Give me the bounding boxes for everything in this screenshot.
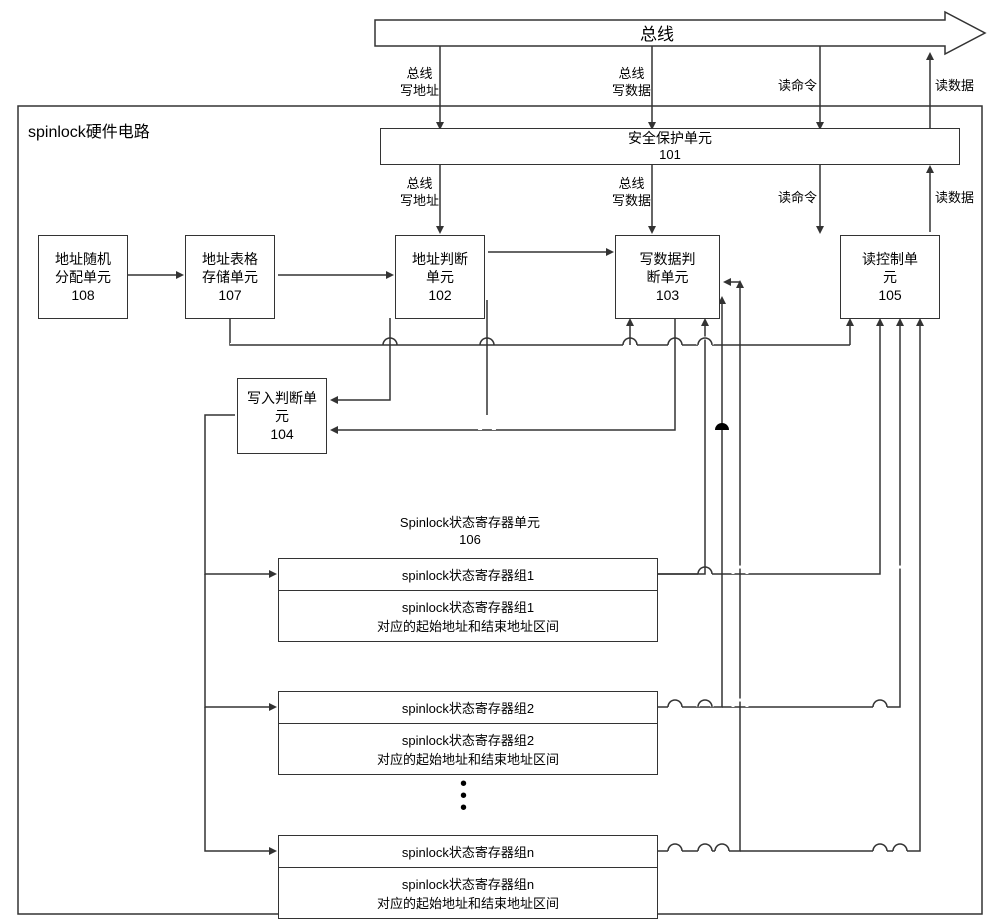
lbl-wdata-2: 总线 写数据 bbox=[612, 176, 651, 210]
b102-name: 地址判断 单元 bbox=[412, 250, 468, 286]
b107-name: 地址表格 存储单元 bbox=[202, 250, 258, 286]
lbl-waddr-1: 总线 写地址 bbox=[400, 66, 439, 100]
reg2-top: spinlock状态寄存器组2 bbox=[279, 692, 657, 724]
block-102: 地址判断 单元 102 bbox=[395, 235, 485, 319]
b105-name: 读控制单 元 bbox=[862, 250, 918, 286]
b101-name-r: 安全保护单元 bbox=[628, 129, 712, 147]
b106-num: 106 bbox=[459, 532, 481, 547]
lbl-rdata-2: 读数据 bbox=[935, 190, 974, 207]
b106-name: Spinlock状态寄存器单元 bbox=[400, 515, 540, 530]
block-101-real: 安全保护单元 101 bbox=[380, 128, 960, 165]
reg-group-n: spinlock状态寄存器组n spinlock状态寄存器组n 对应的起始地址和… bbox=[278, 835, 658, 919]
reg-group-1: spinlock状态寄存器组1 spinlock状态寄存器组1 对应的起始地址和… bbox=[278, 558, 658, 642]
reg1-bot: spinlock状态寄存器组1 对应的起始地址和结束地址区间 bbox=[279, 591, 657, 641]
reg-group-2: spinlock状态寄存器组2 spinlock状态寄存器组2 对应的起始地址和… bbox=[278, 691, 658, 775]
b103-num: 103 bbox=[656, 286, 679, 304]
b103-name: 写数据判 断单元 bbox=[640, 250, 696, 286]
regn-bot: spinlock状态寄存器组n 对应的起始地址和结束地址区间 bbox=[279, 868, 657, 918]
b108-name: 地址随机 分配单元 bbox=[55, 250, 111, 286]
circuit-title: spinlock硬件电路 bbox=[28, 118, 150, 142]
regn-top: spinlock状态寄存器组n bbox=[279, 836, 657, 868]
b107-num: 107 bbox=[218, 286, 241, 304]
b105-num: 105 bbox=[878, 286, 901, 304]
lbl-wdata-1: 总线 写数据 bbox=[612, 66, 651, 100]
block-106-label: Spinlock状态寄存器单元 106 bbox=[370, 515, 570, 549]
b102-num: 102 bbox=[428, 286, 451, 304]
bus-label: 总线 bbox=[640, 24, 674, 46]
lbl-rcmd-1: 读命令 bbox=[778, 78, 817, 95]
b108-num: 108 bbox=[71, 286, 94, 304]
reg2-bot: spinlock状态寄存器组2 对应的起始地址和结束地址区间 bbox=[279, 724, 657, 774]
b104-name: 写入判断单 元 bbox=[247, 389, 317, 425]
lbl-rcmd-2: 读命令 bbox=[778, 190, 817, 207]
block-107: 地址表格 存储单元 107 bbox=[185, 235, 275, 319]
bus-arrow-shape bbox=[375, 12, 985, 54]
ellipsis: ••• bbox=[460, 778, 467, 814]
b101-num-r: 101 bbox=[659, 147, 681, 164]
b104-num: 104 bbox=[270, 425, 293, 443]
block-105: 读控制单 元 105 bbox=[840, 235, 940, 319]
block-108: 地址随机 分配单元 108 bbox=[38, 235, 128, 319]
lbl-waddr-2: 总线 写地址 bbox=[400, 176, 439, 210]
reg1-top: spinlock状态寄存器组1 bbox=[279, 559, 657, 591]
block-104: 写入判断单 元 104 bbox=[237, 378, 327, 454]
lbl-rdata-1: 读数据 bbox=[935, 78, 974, 95]
block-103: 写数据判 断单元 103 bbox=[615, 235, 720, 319]
